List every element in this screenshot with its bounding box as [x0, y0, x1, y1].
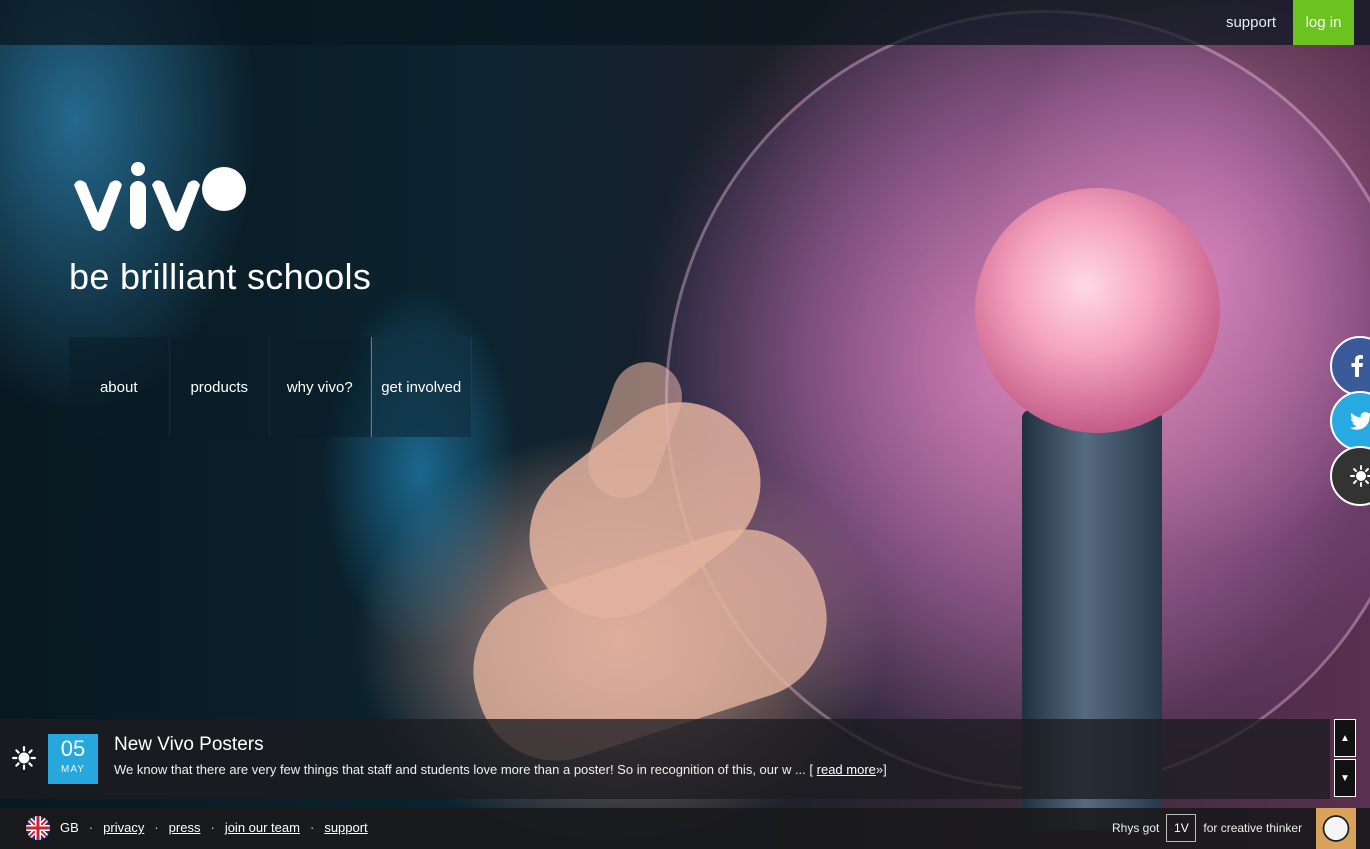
nav-products[interactable]: products	[170, 337, 270, 437]
separator: ·	[309, 820, 315, 835]
news-prev-button[interactable]: ▲	[1334, 719, 1356, 757]
vivo-icon	[1350, 465, 1370, 487]
news-date-badge: 05 MAY	[48, 734, 98, 784]
footer-press-link[interactable]: press	[169, 820, 201, 835]
footer-links: GB · privacy · press · join our team · s…	[60, 820, 368, 835]
reward-name: Rhys got	[1112, 821, 1160, 835]
news-excerpt: We know that there are very few things t…	[114, 762, 887, 777]
separator: ·	[210, 820, 215, 835]
region-label: GB	[60, 820, 79, 835]
news-next-button[interactable]: ▼	[1334, 759, 1356, 797]
news-month: MAY	[61, 764, 85, 775]
news-ticker	[0, 719, 1330, 799]
avatar[interactable]	[1316, 808, 1356, 849]
footer-join-link[interactable]: join our team	[225, 820, 300, 835]
news-excerpt-text: We know that there are very few things t…	[114, 762, 814, 777]
nav-why-vivo[interactable]: why vivo?	[270, 337, 371, 437]
login-button[interactable]: log in	[1293, 0, 1354, 45]
footer-support-link[interactable]: support	[324, 820, 367, 835]
plasma-globe-image	[975, 188, 1220, 433]
footer-privacy-link[interactable]: privacy	[103, 820, 144, 835]
nav-about[interactable]: about	[69, 337, 170, 437]
tagline: be brilliant schools	[69, 256, 372, 297]
support-link[interactable]: support	[1226, 14, 1276, 31]
logo-mark	[74, 162, 246, 231]
reward-points: 1V	[1166, 814, 1197, 842]
arrow-down-icon: ▼	[1340, 772, 1350, 784]
news-day: 05	[60, 736, 86, 761]
news-excerpt-suffix: »]	[875, 762, 887, 777]
vivo-logo[interactable]	[68, 155, 248, 237]
vivo-icon	[12, 746, 36, 770]
nav-get-involved[interactable]: get involved	[370, 337, 472, 437]
read-more-link[interactable]: read more	[817, 762, 876, 777]
top-bar	[0, 0, 1370, 45]
facebook-icon	[1351, 355, 1363, 377]
separator: ·	[88, 820, 94, 835]
main-nav: about products why vivo? get involved	[69, 337, 472, 437]
reward-ticker: Rhys got 1V for creative thinker	[1112, 814, 1302, 842]
uk-flag-icon[interactable]	[26, 816, 50, 840]
reward-reason: for creative thinker	[1203, 821, 1303, 835]
separator: ·	[154, 820, 159, 835]
news-title[interactable]: New Vivo Posters	[114, 734, 264, 756]
twitter-icon	[1350, 412, 1370, 430]
arrow-up-icon: ▲	[1340, 732, 1350, 744]
